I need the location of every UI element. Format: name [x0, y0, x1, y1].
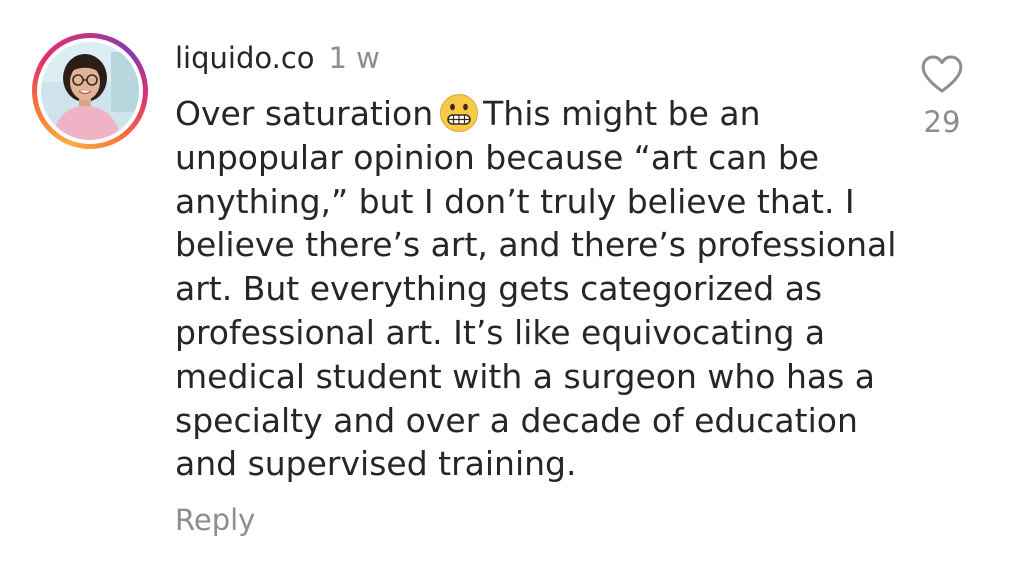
comment-line: anything,” but I don’t truly believe tha… [175, 181, 855, 221]
comment-line: unpopular opinion because “art can be [175, 137, 820, 177]
comment-text: Over saturation This might be an unpopula… [175, 92, 905, 486]
like-button[interactable]: 29 [912, 54, 972, 140]
avatar-story-ring[interactable] [32, 33, 148, 149]
comment-line: and supervised training. [175, 444, 577, 484]
comment-text-segment: This might be an [483, 94, 761, 133]
grimacing-face-emoji-icon [440, 94, 479, 132]
comment-line: specialty and over a decade of education [175, 400, 858, 440]
comment-line: art. But everything gets categorized as [175, 269, 823, 309]
comment-line: believe there’s art, and there’s profess… [175, 225, 897, 265]
comment-line: Over saturation This might be an [175, 92, 905, 136]
profile-photo-icon [41, 42, 139, 140]
comment-header: liquido.co 1 w [175, 38, 380, 78]
avatar[interactable] [41, 42, 139, 140]
comment-line: medical student with a surgeon who has a [175, 356, 876, 396]
heart-outline-icon[interactable] [920, 54, 964, 94]
reply-button[interactable]: Reply [175, 500, 255, 540]
comment-line: professional art. It’s like equivocating… [175, 312, 826, 352]
comment-text-segment: Over saturation [175, 94, 434, 133]
like-count: 29 [923, 105, 961, 139]
comment-item: liquido.co 1 w Over saturation This might … [0, 0, 1024, 588]
username-link[interactable]: liquido.co [175, 41, 315, 75]
timestamp: 1 w [328, 41, 380, 75]
